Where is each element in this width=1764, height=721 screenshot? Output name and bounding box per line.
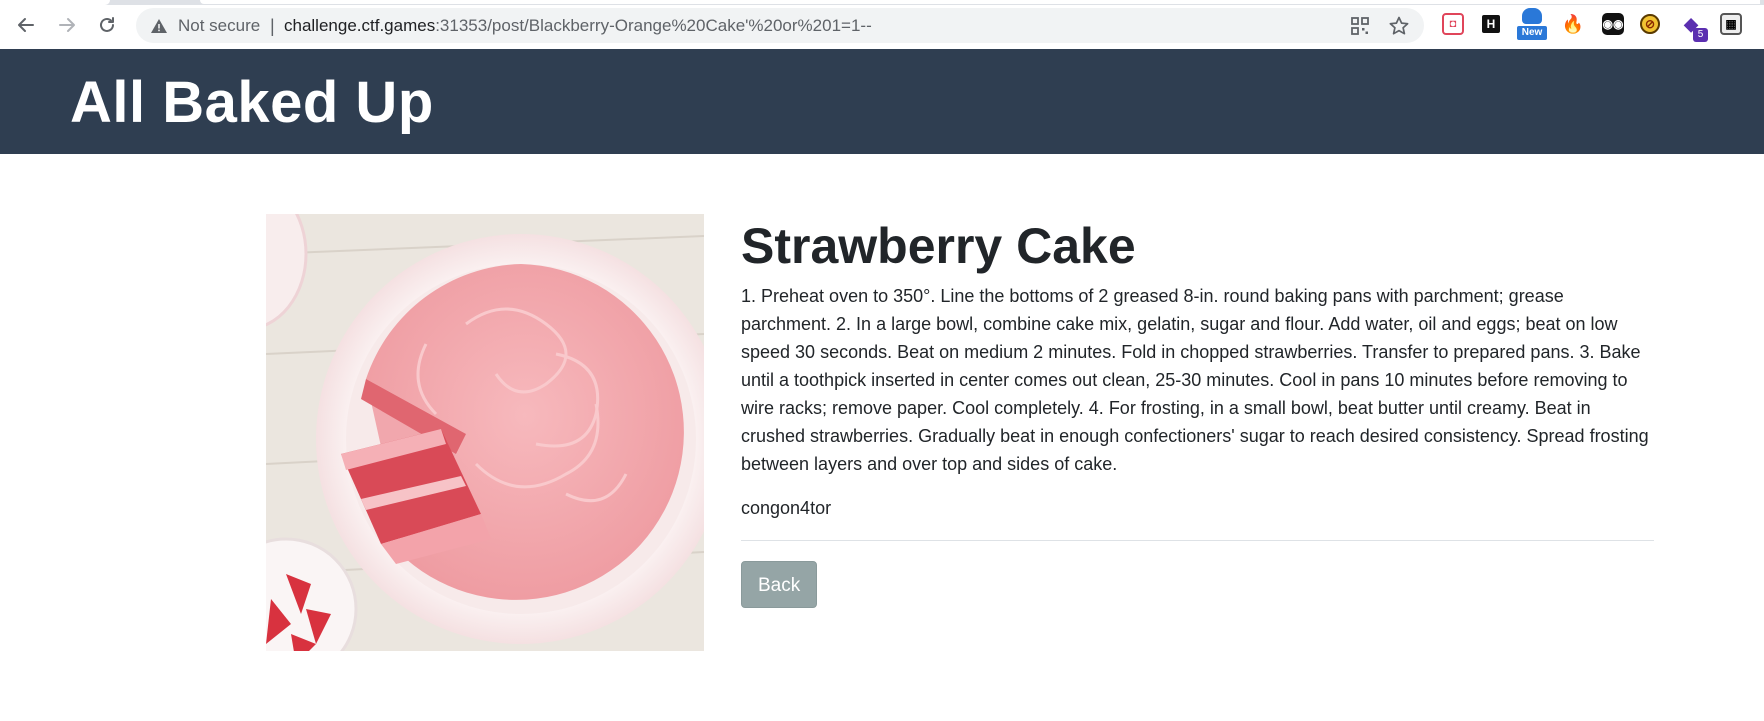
forward-arrow-icon[interactable] bbox=[53, 11, 81, 39]
divider bbox=[741, 540, 1654, 541]
back-arrow-icon[interactable] bbox=[12, 11, 40, 39]
new-extension-icon[interactable]: New bbox=[1517, 8, 1547, 42]
new-badge: New bbox=[1517, 26, 1547, 40]
reload-icon[interactable] bbox=[93, 11, 121, 39]
url-path: :31353/post/Blackberry-Orange%20Cake'%20… bbox=[435, 16, 872, 35]
url-host: challenge.ctf.games bbox=[284, 16, 436, 35]
tab-strip bbox=[0, 0, 1764, 5]
cap-count-badge: 5 bbox=[1693, 28, 1708, 42]
cake-image bbox=[266, 214, 704, 651]
hashnode-icon[interactable]: H bbox=[1482, 15, 1500, 33]
browser-toolbar: Not secure | challenge.ctf.games:31353/p… bbox=[0, 0, 1764, 49]
url-text[interactable]: challenge.ctf.games:31353/post/Blackberr… bbox=[284, 16, 872, 36]
blocker-icon[interactable]: ⊘ bbox=[1640, 14, 1660, 34]
flame-icon[interactable]: 🔥 bbox=[1562, 13, 1584, 35]
address-bar[interactable]: Not secure | challenge.ctf.games:31353/p… bbox=[136, 8, 1424, 43]
qr-code-icon[interactable] bbox=[1350, 16, 1370, 36]
site-header: All Baked Up bbox=[0, 49, 1764, 154]
address-divider: | bbox=[270, 16, 275, 36]
tab-strip-edge bbox=[200, 0, 1760, 4]
security-label[interactable]: Not secure bbox=[178, 16, 260, 36]
mask-icon[interactable]: ◉◉ bbox=[1602, 13, 1624, 35]
post-title: Strawberry Cake bbox=[741, 218, 1136, 274]
pocket-icon[interactable]: ◘ bbox=[1442, 13, 1464, 35]
active-tab-edge bbox=[0, 0, 110, 5]
grid-icon[interactable]: ▦ bbox=[1720, 13, 1742, 35]
bookmark-star-icon[interactable] bbox=[1388, 15, 1410, 37]
post-description: 1. Preheat oven to 350°. Line the bottom… bbox=[741, 286, 1649, 474]
cloud-icon bbox=[1522, 8, 1542, 24]
warning-icon[interactable] bbox=[150, 17, 168, 35]
post-content: Strawberry Cake 1. Preheat oven to 350°.… bbox=[741, 214, 1654, 608]
back-button[interactable]: Back bbox=[741, 561, 818, 608]
site-title[interactable]: All Baked Up bbox=[70, 69, 434, 136]
post-author: congon4tor bbox=[741, 498, 832, 518]
